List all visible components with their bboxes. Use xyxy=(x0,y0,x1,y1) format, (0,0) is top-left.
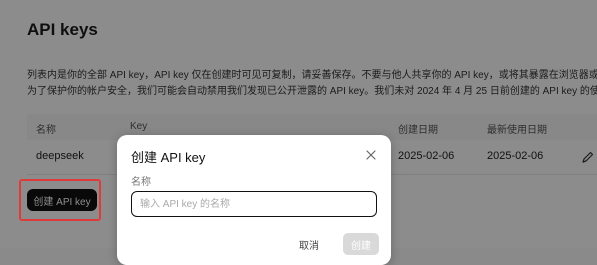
highlight-box xyxy=(19,179,101,221)
create-button[interactable]: 创建 xyxy=(343,233,379,255)
cancel-button[interactable]: 取消 xyxy=(299,237,319,252)
name-field-label: 名称 xyxy=(131,177,151,188)
api-key-name-input[interactable] xyxy=(131,191,377,217)
dialog-title: 创建 API key xyxy=(131,150,206,165)
create-api-key-dialog: 创建 API key 名称 取消 创建 xyxy=(117,135,391,265)
close-icon[interactable] xyxy=(365,149,377,161)
